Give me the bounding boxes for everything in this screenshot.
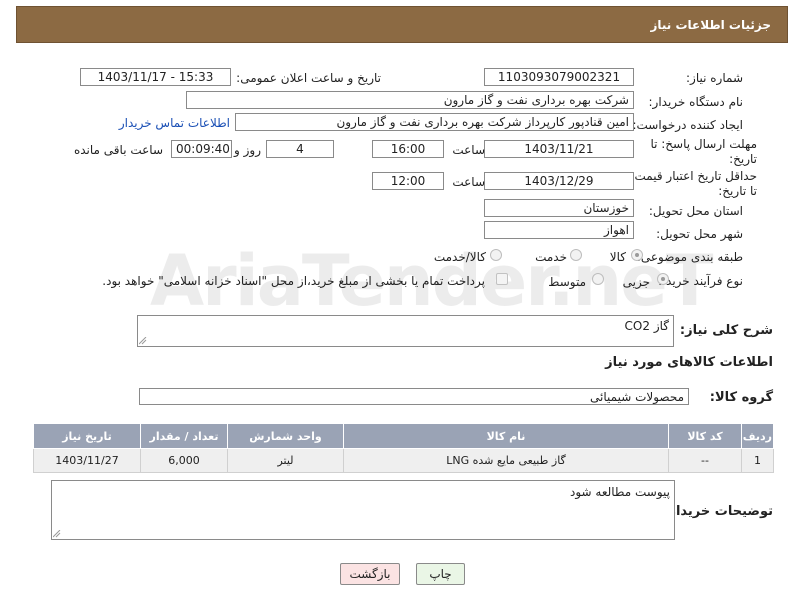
cell-code: -- xyxy=(668,448,742,473)
category-radio-goods[interactable] xyxy=(631,249,643,261)
col-header-row-num: ردیف xyxy=(741,423,774,449)
days-label: روز و xyxy=(234,143,261,157)
announce-field: 1403/11/17 - 15:33 xyxy=(80,68,231,86)
city-label: شهر محل تحویل: xyxy=(656,227,743,241)
process-label: نوع فرآیند خرید : xyxy=(658,274,743,288)
cell-row-num: 1 xyxy=(741,448,774,473)
buyer-notes-label: توضیحات خریدار: xyxy=(663,504,773,519)
summary-field[interactable]: گاز CO2 xyxy=(137,315,674,347)
cell-quantity: 6,000 xyxy=(140,448,228,473)
back-button[interactable]: بازگشت xyxy=(340,563,400,585)
deadline-label: مهلت ارسال پاسخ: تا تاریخ: xyxy=(650,137,757,166)
need-number-label: شماره نیاز: xyxy=(686,71,743,85)
goods-group-label: گروه کالا: xyxy=(709,390,773,405)
col-header-code: کد کالا xyxy=(668,423,742,449)
resize-handle-icon[interactable] xyxy=(139,337,147,345)
validity-time-field: 12:00 xyxy=(372,172,444,190)
category-radio-service[interactable] xyxy=(570,249,582,261)
buyer-org-label: نام دستگاه خریدار: xyxy=(648,95,744,109)
validity-date-field: 1403/12/29 xyxy=(484,172,634,190)
col-header-date: تاریخ نیاز xyxy=(33,423,141,449)
page-header: جزئیات اطلاعات نیاز xyxy=(16,6,788,43)
goods-info-title: اطلاعات کالاهای مورد نیاز xyxy=(605,355,773,370)
buyer-org-field: شرکت بهره برداری نفت و گاز مارون xyxy=(186,91,634,109)
province-field: خوزستان xyxy=(484,199,634,217)
province-label: استان محل تحویل: xyxy=(648,204,743,218)
col-header-quantity: تعداد / مقدار xyxy=(140,423,228,449)
table-header-row: ردیف کد کالا نام کالا واحد شمارش تعداد /… xyxy=(33,423,774,449)
days-field: 4 xyxy=(266,140,334,158)
buyer-contact-link[interactable]: اطلاعات تماس خریدار xyxy=(119,116,230,130)
col-header-unit: واحد شمارش xyxy=(227,423,344,449)
validity-time-label: ساعت xyxy=(452,175,485,189)
category-radio-goods-service[interactable] xyxy=(490,249,502,261)
validity-label: حداقل تاریخ اعتبار قیمت: تا تاریخ: xyxy=(630,169,757,198)
cell-name: گاز طبیعی مایع شده LNG xyxy=(343,448,669,473)
resize-handle-icon[interactable] xyxy=(53,530,61,538)
deadline-date-field: 1403/11/21 xyxy=(484,140,634,158)
cell-unit: لیتر xyxy=(227,448,344,473)
need-number-field: 1103093079002321 xyxy=(484,68,634,86)
remaining-time-field: 00:09:40 xyxy=(171,140,232,158)
requester-label: ایجاد کننده درخواست: xyxy=(632,118,743,132)
process-radio-minor[interactable] xyxy=(657,273,669,285)
payment-note: پرداخت تمام یا بخشی از مبلغ خرید،از محل … xyxy=(102,274,485,288)
category-option-goods-service: کالا/خدمت xyxy=(433,250,486,264)
remaining-label: ساعت باقی مانده xyxy=(73,143,163,157)
category-option-service: خدمت xyxy=(535,250,567,264)
city-field: اهواز xyxy=(484,221,634,239)
cell-date: 1403/11/27 xyxy=(33,448,141,473)
summary-label: شرح کلی نیاز: xyxy=(679,323,773,338)
buyer-notes-field[interactable]: پیوست مطالعه شود xyxy=(51,480,675,540)
category-label: طبقه بندی موضوعی: xyxy=(636,250,743,264)
announce-label: تاریخ و ساعت اعلان عمومی: xyxy=(236,71,381,85)
deadline-time-field: 16:00 xyxy=(372,140,444,158)
process-option-medium: متوسط xyxy=(548,275,586,289)
page-title: جزئیات اطلاعات نیاز xyxy=(650,18,771,32)
table-row: 1 -- گاز طبیعی مایع شده LNG لیتر 6,000 1… xyxy=(33,448,774,473)
treasury-checkbox[interactable] xyxy=(496,273,508,285)
process-radio-medium[interactable] xyxy=(592,273,604,285)
print-button[interactable]: چاپ xyxy=(416,563,465,585)
category-option-goods: کالا xyxy=(609,250,626,264)
process-option-minor: جزیی xyxy=(622,275,650,289)
col-header-name: نام کالا xyxy=(343,423,669,449)
goods-group-field: محصولات شیمیائی xyxy=(139,388,689,405)
items-table: ردیف کد کالا نام کالا واحد شمارش تعداد /… xyxy=(33,423,774,473)
requester-field: امین قنادپور کارپرداز شرکت بهره برداری ن… xyxy=(235,113,634,131)
deadline-time-label: ساعت xyxy=(452,143,485,157)
